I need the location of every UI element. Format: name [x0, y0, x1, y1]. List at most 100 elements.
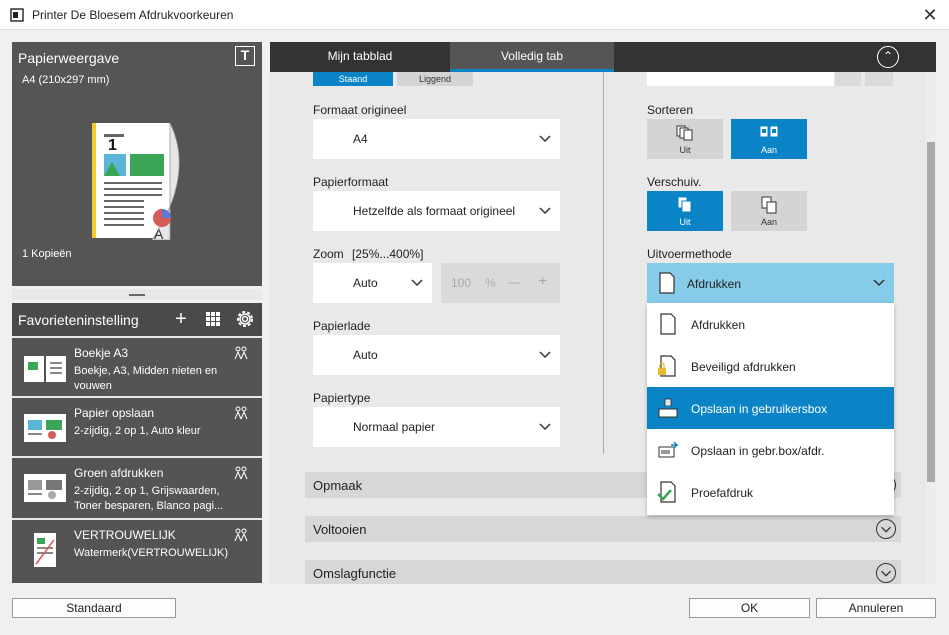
shared-users-icon: [234, 528, 248, 542]
favorite-name: VERTROUWELIJK: [74, 528, 176, 542]
option-save-user-box[interactable]: Opslaan in gebruikersbox: [647, 387, 894, 429]
paper-tray-label: Papierlade: [313, 319, 371, 333]
chevron-down-circle-icon: [876, 519, 896, 539]
sort-off-label: Uit: [679, 145, 691, 155]
scrollbar-thumb[interactable]: [927, 142, 935, 482]
box-store-icon: [658, 398, 678, 418]
option-label: Beveiligd afdrukken: [691, 360, 796, 374]
paper-format-select[interactable]: Hetzelfde als formaat origineel: [313, 191, 560, 231]
shared-users-icon: [234, 466, 248, 480]
add-favorite-icon[interactable]: +: [170, 309, 192, 331]
option-print[interactable]: Afdrukken: [647, 303, 894, 345]
preview-title: Papierweergave: [18, 50, 120, 66]
output-method-dropdown: Afdrukken Beveiligd afdrukken Opslaan in…: [647, 303, 894, 515]
page-icon: [659, 272, 675, 294]
collate-pages-icon: [759, 125, 779, 138]
section-cover[interactable]: Omslagfunctie: [305, 560, 901, 584]
zoom-range: [25%...400%]: [352, 247, 424, 261]
option-label: Afdrukken: [691, 318, 746, 332]
output-method-select[interactable]: Afdrukken: [647, 263, 894, 303]
partial-field: [647, 72, 834, 86]
zoom-value: Auto: [353, 276, 378, 290]
section-label: Voltooien: [313, 522, 367, 537]
option-label: Opslaan in gebr.box/afdr.: [691, 444, 825, 458]
chevron-down-circle-icon: [876, 563, 896, 583]
shared-users-icon: [234, 346, 248, 360]
content-scrollbar[interactable]: [926, 72, 936, 584]
option-proof-print[interactable]: Proefafdruk: [647, 471, 894, 513]
ok-button[interactable]: OK: [689, 598, 810, 618]
default-button[interactable]: Standaard: [12, 598, 176, 618]
favorite-description: Boekje, A3, Midden nieten en vouwen: [74, 365, 218, 392]
page-icon: [660, 313, 676, 335]
offset-off-button[interactable]: Uit: [647, 191, 723, 231]
cancel-button[interactable]: Annuleren: [816, 598, 936, 618]
offset-on-label: Aan: [760, 217, 777, 227]
paper-format-label: Papierformaat: [313, 175, 389, 189]
portrait-button[interactable]: Staand: [313, 72, 393, 86]
splitter-grip[interactable]: [129, 294, 145, 296]
section-finishing[interactable]: Voltooien: [305, 516, 901, 542]
partial-stepper-left: [835, 72, 861, 86]
paper-preview-image: 1 A: [92, 122, 180, 240]
gear-icon[interactable]: [234, 308, 256, 330]
lock-page-icon: [658, 355, 676, 377]
favorite-description: 2-zijdig, 2 op 1, Auto kleur: [74, 425, 201, 437]
panel-splitter[interactable]: [12, 286, 262, 300]
original-format-value: A4: [353, 132, 368, 146]
booklet-thumbnail-icon: [24, 356, 66, 382]
tab-my-tab[interactable]: Mijn tabblad: [270, 42, 450, 72]
partial-stepper-right: [865, 72, 893, 86]
zoom-plus-button: +: [538, 273, 548, 290]
option-label: Proefafdruk: [691, 486, 754, 500]
favorite-description: Watermerk(VERTROUWELIJK): [74, 547, 229, 559]
zoom-minus-button: —: [508, 275, 520, 289]
section-label: Omslagfunctie: [313, 566, 397, 581]
paper-size-label: A4 (210x297 mm): [22, 74, 110, 86]
favorites-header: Favorieteninstelling: [12, 303, 262, 336]
favorite-item[interactable]: Papier opslaan 2-zijdig, 2 op 1, Auto kl…: [12, 396, 262, 456]
zoom-label-text: Zoom: [313, 247, 344, 261]
favorite-item[interactable]: VERTROUWELIJK Watermerk(VERTROUWELIJK): [12, 518, 262, 583]
zoom-unit: %: [485, 276, 496, 290]
chevron-down-icon: [411, 279, 423, 287]
svg-text:A: A: [154, 226, 164, 240]
printer-app-icon: [10, 8, 24, 22]
option-save-box-print[interactable]: Opslaan in gebr.box/afdr.: [647, 429, 894, 471]
chevron-down-icon: [539, 207, 551, 215]
title-bar: Printer De Bloesem Afdrukvoorkeuren ✕: [0, 0, 949, 30]
sort-on-button[interactable]: Aan: [731, 119, 807, 159]
paper-tray-select[interactable]: Auto: [313, 335, 560, 375]
offset-pages-icon: [761, 196, 777, 214]
landscape-button[interactable]: Liggend: [397, 72, 473, 86]
offset-on-button[interactable]: Aan: [731, 191, 807, 231]
zoom-select[interactable]: Auto: [313, 263, 432, 303]
favorite-item[interactable]: Groen afdrukken 2-zijdig, 2 op 1, Grijsw…: [12, 456, 262, 518]
paper-format-value: Hetzelfde als formaat origineel: [353, 204, 516, 218]
stack-pages-icon: [677, 196, 692, 213]
output-method-value: Afdrukken: [687, 277, 742, 291]
original-format-label: Formaat origineel: [313, 103, 407, 117]
box-print-icon: [658, 441, 679, 458]
paper-type-select[interactable]: Normaal papier: [313, 407, 560, 447]
text-toggle-icon[interactable]: T: [235, 46, 255, 66]
confidential-thumbnail-icon: [34, 533, 56, 567]
grid-icon[interactable]: [205, 311, 221, 327]
original-format-select[interactable]: A4: [313, 119, 560, 159]
copies-label: 1 Kopieën: [22, 248, 72, 260]
save-paper-thumbnail-icon: [24, 414, 66, 442]
option-secure-print[interactable]: Beveiligd afdrukken: [647, 345, 894, 387]
favorite-item[interactable]: Boekje A3 Boekje, A3, Midden nieten en v…: [12, 336, 262, 396]
output-method-label: Uitvoermethode: [647, 247, 732, 261]
sort-off-button[interactable]: Uit: [647, 119, 723, 159]
paper-type-label: Papiertype: [313, 391, 371, 405]
column-divider: [603, 72, 604, 454]
sort-label: Sorteren: [647, 103, 694, 117]
zoom-label: Zoom [25%...400%]: [313, 247, 423, 261]
close-window-button[interactable]: ✕: [915, 3, 945, 27]
favorite-description: 2-zijdig, 2 op 1, Grijswaarden, Toner be…: [74, 485, 224, 512]
tab-full[interactable]: Volledig tab: [450, 42, 614, 72]
tab-bar: Mijn tabblad Volledig tab ⌃: [270, 42, 936, 72]
collapse-icon[interactable]: ⌃: [877, 46, 899, 68]
favorite-name: Groen afdrukken: [74, 466, 164, 480]
